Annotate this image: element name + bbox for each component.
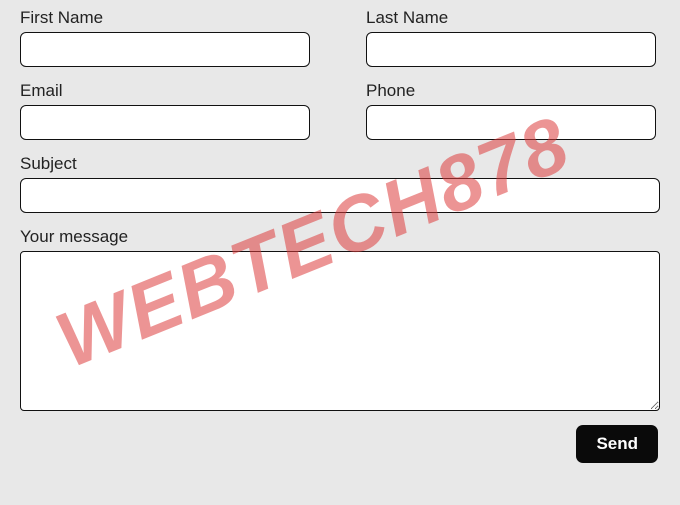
field-message: Your message <box>20 227 660 411</box>
email-label: Email <box>20 81 310 101</box>
field-subject: Subject <box>20 154 660 213</box>
message-textarea[interactable] <box>20 251 660 411</box>
form-row-name: First Name Last Name <box>20 8 660 81</box>
first-name-input[interactable] <box>20 32 310 67</box>
field-phone: Phone <box>366 81 656 140</box>
first-name-label: First Name <box>20 8 310 28</box>
contact-form: First Name Last Name Email Phone Subject… <box>20 8 660 463</box>
subject-label: Subject <box>20 154 660 174</box>
last-name-input[interactable] <box>366 32 656 67</box>
message-label: Your message <box>20 227 660 247</box>
email-input[interactable] <box>20 105 310 140</box>
button-row: Send <box>20 425 660 463</box>
last-name-label: Last Name <box>366 8 656 28</box>
field-email: Email <box>20 81 310 140</box>
phone-input[interactable] <box>366 105 656 140</box>
form-row-contact: Email Phone <box>20 81 660 154</box>
send-button[interactable]: Send <box>576 425 658 463</box>
field-last-name: Last Name <box>366 8 656 67</box>
field-first-name: First Name <box>20 8 310 67</box>
phone-label: Phone <box>366 81 656 101</box>
subject-input[interactable] <box>20 178 660 213</box>
